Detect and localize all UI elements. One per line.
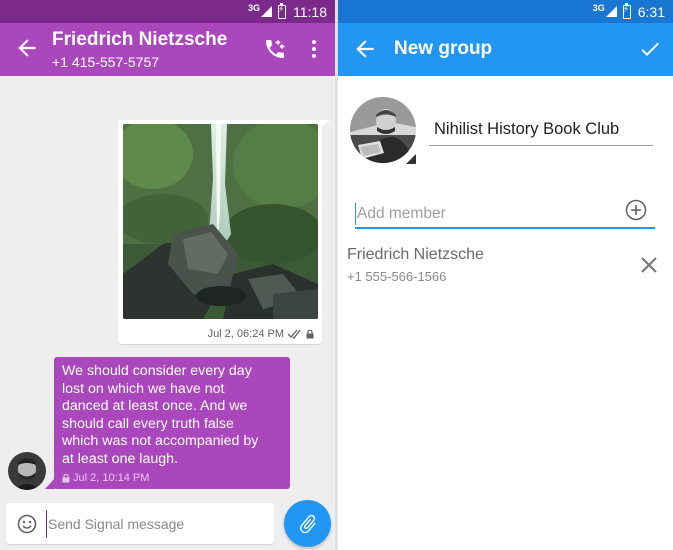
add-circle-icon[interactable] xyxy=(625,199,647,221)
member-list-item: Friedrich Nietzsche +1 555-566-1566 xyxy=(347,246,667,290)
message-timestamp: Jul 2, 10:14 PM xyxy=(73,472,150,484)
add-member-input[interactable] xyxy=(355,203,615,225)
avatar-edit-corner xyxy=(406,154,416,164)
network-type: 3G xyxy=(592,2,605,13)
waterfall-photo[interactable] xyxy=(123,124,318,319)
contact-avatar[interactable] xyxy=(8,452,46,490)
arrow-back-icon[interactable] xyxy=(352,36,378,62)
attach-button[interactable] xyxy=(284,500,331,547)
signal-icon xyxy=(261,6,272,17)
close-icon[interactable] xyxy=(639,255,659,275)
message-meta: Jul 2, 10:14 PM xyxy=(62,472,149,484)
message-meta: Jul 2, 06:24 PM xyxy=(208,328,314,340)
battery-icon xyxy=(622,2,631,19)
compose-bar xyxy=(6,503,274,544)
network-type: 3G xyxy=(247,2,260,13)
contact-name[interactable]: Friedrich Nietzsche xyxy=(52,29,227,51)
new-group-toolbar: New group xyxy=(338,23,673,76)
lock-icon xyxy=(306,329,314,338)
contact-phone: +1 415-557-5757 xyxy=(52,54,160,70)
status-bar: 3G 11:18 xyxy=(0,0,335,23)
paperclip-icon xyxy=(299,514,316,533)
conversation-screen: 3G 11:18 Friedrich Nietzsche +1 415-557-… xyxy=(0,0,335,550)
message-input[interactable] xyxy=(46,510,266,538)
image-message[interactable]: Jul 2, 06:24 PM xyxy=(118,120,322,344)
double-check-icon xyxy=(287,329,301,339)
member-name: Friedrich Nietzsche xyxy=(347,246,484,263)
conversation-toolbar: Friedrich Nietzsche +1 415-557-5757 xyxy=(0,23,335,76)
signal-icon xyxy=(605,6,617,17)
lock-icon xyxy=(62,473,70,482)
page-title: New group xyxy=(394,38,493,59)
phone-icon[interactable] xyxy=(263,37,287,61)
text-message[interactable]: We should consider every day lost on whi… xyxy=(54,357,290,489)
member-phone: +1 555-566-1566 xyxy=(347,269,447,284)
status-time: 11:18 xyxy=(293,3,327,20)
message-body: We should consider every day lost on whi… xyxy=(62,363,259,467)
group-name-input[interactable] xyxy=(429,118,653,146)
arrow-back-icon[interactable] xyxy=(14,35,40,61)
status-bar: 3G 6:31 xyxy=(338,0,673,23)
more-vert-icon[interactable] xyxy=(306,37,322,61)
add-member-field xyxy=(355,197,655,229)
battery-icon xyxy=(278,2,286,19)
message-timestamp: Jul 2, 06:24 PM xyxy=(207,328,284,340)
check-icon[interactable] xyxy=(638,37,662,61)
new-group-screen: 3G 6:31 New group xyxy=(338,0,673,550)
emoji-icon[interactable] xyxy=(17,514,37,534)
status-time: 6:31 xyxy=(637,3,665,20)
